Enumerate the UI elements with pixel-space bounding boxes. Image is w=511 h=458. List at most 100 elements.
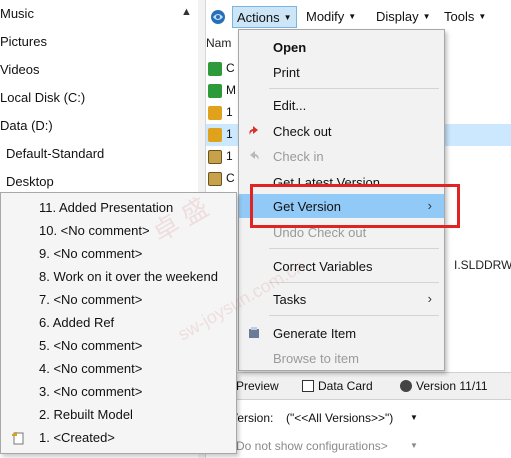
version-label: 3. <No comment> bbox=[39, 384, 143, 399]
version-label: 7. <No comment> bbox=[39, 292, 143, 307]
version-item[interactable]: 5. <No comment> bbox=[1, 334, 236, 357]
version-label: 1. <Created> bbox=[39, 430, 115, 445]
part-icon bbox=[208, 106, 222, 120]
version-item[interactable]: 7. <No comment> bbox=[1, 288, 236, 311]
version-item[interactable]: 6. Added Ref bbox=[1, 311, 236, 334]
folder-label: Local Disk (C:) bbox=[0, 90, 86, 105]
menu-item-edit[interactable]: Edit... bbox=[239, 93, 444, 117]
version-label: 5. <No comment> bbox=[39, 338, 143, 353]
file-name: M bbox=[226, 83, 236, 97]
folder-pictures[interactable]: Pictures bbox=[0, 30, 47, 54]
assembly-icon bbox=[208, 84, 222, 98]
chevron-down-icon: ▼ bbox=[422, 12, 431, 21]
menu-separator bbox=[269, 248, 439, 249]
version-label: 4. <No comment> bbox=[39, 361, 143, 376]
menu-label: Correct Variables bbox=[273, 259, 373, 274]
folder-label: Music bbox=[0, 6, 34, 21]
chevron-down-icon: ▼ bbox=[283, 13, 292, 22]
folder-label: Default-Standard bbox=[6, 146, 105, 161]
version-select[interactable]: ("<<All Versions>>") bbox=[286, 411, 393, 425]
check-out-icon bbox=[249, 126, 258, 135]
menu-label: Print bbox=[273, 65, 300, 80]
version-filter-row: Version: ("<<All Versions>>") ▼ bbox=[206, 402, 511, 434]
menu-item-print[interactable]: Print bbox=[239, 60, 444, 84]
menu-separator bbox=[269, 88, 439, 89]
folder-label: Desktop bbox=[6, 174, 54, 189]
chevron-down-icon[interactable]: ▼ bbox=[410, 441, 418, 450]
version-submenu: 11. Added Presentation 10. <No comment> … bbox=[0, 192, 237, 454]
name-column-header[interactable]: Nam bbox=[206, 36, 231, 50]
version-label: 2. Rebuilt Model bbox=[39, 407, 133, 422]
menu-label: Tasks bbox=[273, 292, 307, 307]
file-extension-text: I.SLDDRW bbox=[454, 258, 511, 272]
tools-menu-button[interactable]: Tools ▼ bbox=[444, 6, 486, 28]
version-item[interactable]: 8. Work on it over the weekend bbox=[1, 265, 236, 288]
menu-item-open[interactable]: Open bbox=[239, 35, 444, 59]
folder-desktop[interactable]: Desktop bbox=[6, 170, 54, 194]
assembly-icon bbox=[208, 62, 222, 76]
tab-version[interactable]: Version 11/11 bbox=[400, 379, 488, 393]
folder-music[interactable]: Music bbox=[0, 2, 34, 26]
folder-default-standard[interactable]: Default-Standard bbox=[6, 142, 104, 166]
version-label: 9. <No comment> bbox=[39, 246, 143, 261]
tab-data-card[interactable]: Data Card bbox=[302, 379, 373, 393]
config-filter-row: Do not show configurations> ▼ bbox=[206, 434, 511, 458]
part-icon bbox=[208, 128, 222, 142]
folder-label: Pictures bbox=[0, 34, 47, 49]
file-name: C bbox=[226, 171, 235, 185]
menu-item-generate-item[interactable]: Generate Item bbox=[239, 321, 444, 345]
version-item[interactable]: 10. <No comment> bbox=[1, 219, 236, 242]
chevron-right-icon: › bbox=[427, 291, 432, 306]
menu-label: Check in bbox=[273, 149, 324, 164]
tools-label: Tools bbox=[444, 9, 475, 24]
version-item[interactable]: 2. Rebuilt Model bbox=[1, 403, 236, 426]
menu-label: Check out bbox=[273, 124, 332, 139]
bottom-tab-bar: Preview Data Card Version 11/11 bbox=[206, 372, 511, 400]
version-item[interactable]: 9. <No comment> bbox=[1, 242, 236, 265]
display-label: Display bbox=[376, 9, 419, 24]
file-name: 1 bbox=[226, 127, 233, 141]
folder-label: Data (D:) bbox=[0, 118, 53, 133]
data-card-label: Data Card bbox=[318, 379, 373, 393]
folder-label: Videos bbox=[0, 62, 40, 77]
data-card-icon bbox=[302, 380, 314, 392]
menu-item-tasks[interactable]: Tasks › bbox=[239, 287, 444, 311]
chevron-down-icon[interactable]: ▼ bbox=[410, 413, 418, 422]
config-select[interactable]: Do not show configurations> bbox=[236, 439, 388, 453]
scroll-up-icon[interactable]: ▲ bbox=[181, 6, 192, 18]
menu-label: Open bbox=[273, 40, 307, 55]
tab-preview[interactable]: Preview bbox=[236, 379, 279, 393]
folder-data-d[interactable]: Data (D:) bbox=[0, 114, 53, 138]
version-label: 8. Work on it over the weekend bbox=[39, 269, 218, 284]
highlight-annotation-box bbox=[250, 184, 460, 228]
toolbar: Actions ▼ Modify ▼ Display ▼ Tools ▼ bbox=[206, 0, 511, 32]
modify-label: Modify bbox=[306, 9, 345, 24]
display-menu-button[interactable]: Display ▼ bbox=[376, 6, 431, 28]
drawing-icon bbox=[208, 172, 222, 186]
file-name: 1 bbox=[226, 105, 233, 119]
version-label: 6. Added Ref bbox=[39, 315, 115, 330]
file-name: C bbox=[226, 61, 235, 75]
modify-menu-button[interactable]: Modify ▼ bbox=[306, 6, 356, 28]
menu-label: Edit... bbox=[273, 98, 307, 113]
version-label: 10. <No comment> bbox=[39, 223, 150, 238]
vault-icon[interactable] bbox=[210, 9, 226, 25]
version-label: 11. Added Presentation bbox=[39, 200, 174, 215]
chevron-down-icon: ▼ bbox=[478, 12, 487, 21]
folder-local-disk[interactable]: Local Disk (C:) bbox=[0, 86, 85, 110]
version-item[interactable]: 3. <No comment> bbox=[1, 380, 236, 403]
chevron-down-icon: ▼ bbox=[348, 12, 357, 21]
version-item[interactable]: 11. Added Presentation bbox=[1, 196, 236, 219]
version-item[interactable]: 1. <Created> bbox=[1, 426, 236, 449]
drawing-icon bbox=[208, 150, 222, 164]
menu-item-check-out[interactable]: Check out bbox=[239, 119, 444, 143]
folder-videos[interactable]: Videos bbox=[0, 58, 40, 82]
generate-item-icon bbox=[249, 327, 259, 338]
menu-item-correct-variables[interactable]: Correct Variables bbox=[239, 254, 444, 278]
created-version-icon bbox=[12, 432, 24, 445]
actions-menu-button[interactable]: Actions ▼ bbox=[232, 6, 297, 28]
menu-item-check-in[interactable]: Check in bbox=[239, 144, 444, 168]
version-item[interactable]: 4. <No comment> bbox=[1, 357, 236, 380]
menu-item-browse-to-item[interactable]: Browse to item bbox=[239, 346, 444, 370]
file-name: 1 bbox=[226, 149, 233, 163]
